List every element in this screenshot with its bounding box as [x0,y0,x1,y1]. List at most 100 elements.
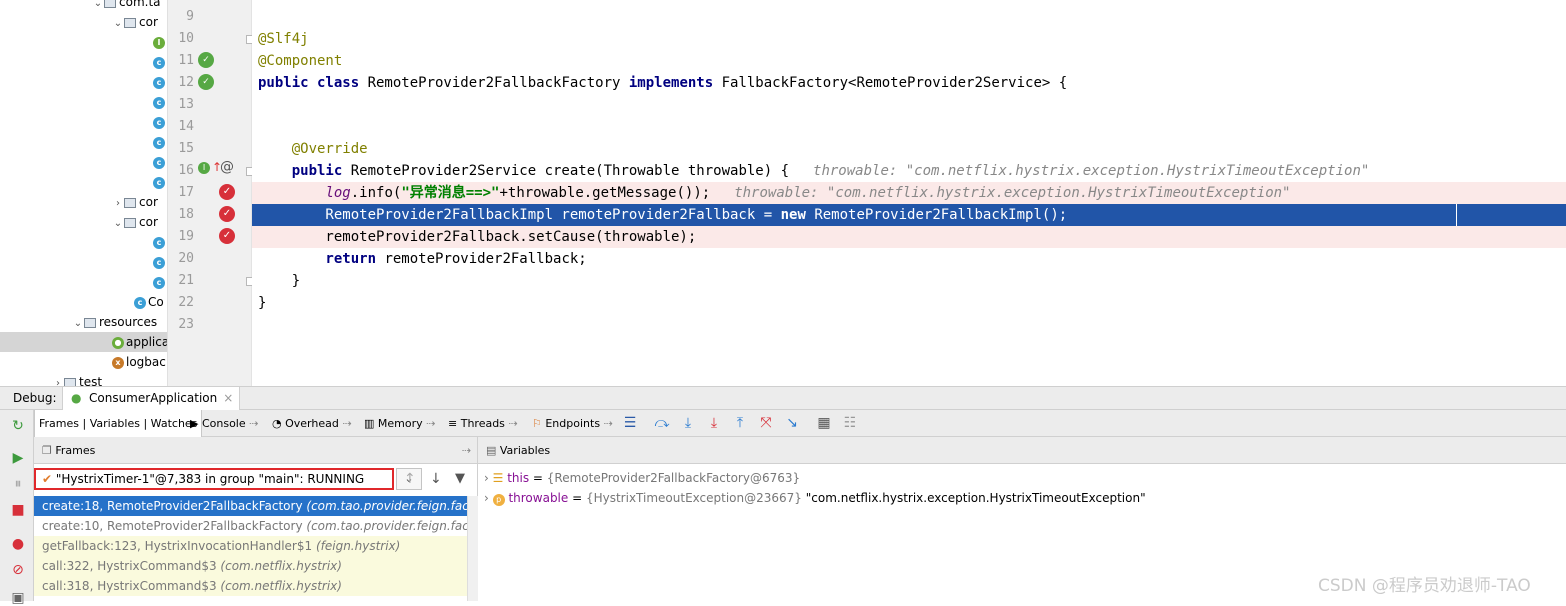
inline-debug-hint: throwable: "com.netflix.hystrix.exceptio… [734,185,1291,201]
tab-console[interactable]: ▶ Console ⇢ [186,410,262,437]
code-line: return remoteProvider2Fallback; [258,251,587,267]
tree-item[interactable]: c [153,232,167,252]
tree-item[interactable]: ⌄ cor [112,212,158,232]
tree-item[interactable]: › test [52,372,102,386]
close-icon[interactable]: × [223,387,233,410]
step-out-icon[interactable]: ⤒ [732,415,748,431]
chevron-right-icon[interactable]: › [484,491,493,505]
run-to-cursor-icon[interactable]: ↘ [784,415,800,431]
frame-row[interactable]: create:10, RemoteProvider2FallbackFactor… [34,516,498,536]
pause-icon[interactable]: ⏸ [10,476,26,492]
spring-bean-icon[interactable]: ✓ [198,74,214,90]
evaluate-expression-icon[interactable]: ▦ [816,415,832,431]
tree-item[interactable]: c [153,92,167,112]
breakpoint-icon[interactable]: ✓ [219,206,235,222]
class-icon: c [153,56,165,69]
stop-icon[interactable]: ■ [10,502,26,518]
implements-icon[interactable]: I [198,162,210,174]
arrow-down-icon[interactable]: ↓ [430,471,442,487]
debug-session-tab[interactable]: ● ConsumerApplication × [62,387,241,410]
tree-item[interactable]: c [153,252,167,272]
thread-selector[interactable]: ✔ "HystrixTimer-1"@7,383 in group "main"… [34,468,394,490]
endpoints-icon: ⚐ [532,417,546,430]
frame-row[interactable]: call:322, HystrixCommand$3 (com.netflix.… [34,556,478,576]
line-number: 9 [186,9,194,24]
class-icon: c [153,236,165,249]
code-line: @Slf4j [258,31,309,47]
breakpoint-icon[interactable]: ✓ [219,228,235,244]
frame-row[interactable]: create:18, RemoteProvider2FallbackFactor… [34,496,498,516]
pin-icon[interactable]: ⇢ [462,437,471,464]
tree-item[interactable]: x logbac [112,352,166,372]
variable-row[interactable]: › p throwable = {HystrixTimeoutException… [478,488,1146,508]
filter-icon[interactable]: ▼ [455,471,465,486]
tree-item[interactable]: ⌄ resources [72,312,157,332]
tree-item[interactable]: c [153,112,167,132]
tree-item-selected[interactable]: ● applica [0,332,167,352]
debug-toolbar: Frames | Variables | Watches ▶ Console ⇢… [34,410,1566,437]
code-line: } [258,273,301,289]
chevron-down-icon[interactable]: ⌄ [72,314,84,334]
tree-item[interactable]: c [153,72,167,92]
tab-frames-variables-watches[interactable]: Frames | Variables | Watches [34,410,203,437]
drop-frame-icon[interactable]: ⤧ [758,415,774,431]
tree-item[interactable]: ⌄ cor [112,12,158,32]
class-icon: c [153,276,165,289]
tree-item[interactable]: c Co [134,292,164,312]
code-line: @Component [258,53,343,69]
chevron-down-icon[interactable]: ⌄ [92,0,104,14]
rerun-icon[interactable]: ↻ [10,418,26,434]
code-line: public class RemoteProvider2FallbackFact… [258,75,1068,91]
chevron-down-icon[interactable]: ⌄ [112,214,124,234]
mute-breakpoints-icon[interactable]: ⊘ [10,562,26,578]
code-line: @Override [258,141,368,157]
tab-threads[interactable]: ≡ Threads ⇢ [444,410,522,437]
frame-row[interactable]: call:318, HystrixCommand$3 (com.netflix.… [34,576,478,596]
arrow-up-icon[interactable]: ↑ [404,471,416,487]
chevron-right-icon[interactable]: › [112,194,124,214]
code-line: } [258,295,267,311]
tree-item[interactable]: c [153,172,167,192]
camera-icon[interactable]: ▣ [10,590,26,606]
class-icon: c [153,116,165,129]
step-into-icon[interactable]: ⤓ [680,415,696,431]
spring-boot-icon: ● [71,391,82,405]
tree-item[interactable]: c [153,272,167,292]
tree-item[interactable]: c [153,132,167,152]
line-number: 22 [178,295,194,310]
line-number: 16 [178,163,194,178]
line-number: 10 [178,31,194,46]
frame-row[interactable]: getFallback:123, HystrixInvocationHandle… [34,536,478,556]
tree-item[interactable]: I [153,32,167,52]
tree-item[interactable]: ⌄ com.ta [92,0,161,12]
package-icon [124,197,136,208]
at-override-icon[interactable]: @ [220,159,234,175]
view-breakpoints-icon[interactable]: ● [10,536,26,552]
tree-item[interactable]: › cor [112,192,158,212]
code-editor[interactable]: @Slf4j @Component public class RemotePro… [252,0,1566,386]
step-over-icon[interactable]: ⤼ [654,415,670,431]
show-execution-point-icon[interactable]: ☰ [622,415,638,431]
frames-scrollbar[interactable] [467,496,478,601]
resume-icon[interactable]: ▶ [10,450,26,466]
tab-memory[interactable]: ▥ Memory ⇢ [360,410,439,437]
object-icon: ☰ [492,471,508,485]
trace-stream-icon[interactable]: ☷ [842,415,858,431]
breakpoint-icon[interactable]: ✓ [219,184,235,200]
variable-row[interactable]: › ☰ this = {RemoteProvider2FallbackFacto… [478,468,800,488]
variables-header: ▤ Variables [478,437,1566,464]
chevron-down-icon[interactable]: ⌄ [112,14,124,34]
tab-overhead[interactable]: ◔ Overhead ⇢ [268,410,356,437]
line-number: 19 [178,229,194,244]
spring-bean-icon[interactable]: ✓ [198,52,214,68]
tab-endpoints[interactable]: ⚐ Endpoints ⇢ [528,410,617,437]
force-step-into-icon[interactable]: ⤓ [706,415,722,431]
class-icon: c [153,96,165,109]
class-icon: c [153,156,165,169]
tree-item[interactable]: c [153,52,167,72]
chevron-right-icon[interactable]: › [52,374,64,386]
project-tree: ⌄ com.ta ⌄ cor I c c c c c c c › cor ⌄ cor c… [0,0,168,386]
chevron-right-icon[interactable]: › [484,471,493,485]
tree-item[interactable]: c [153,152,167,172]
